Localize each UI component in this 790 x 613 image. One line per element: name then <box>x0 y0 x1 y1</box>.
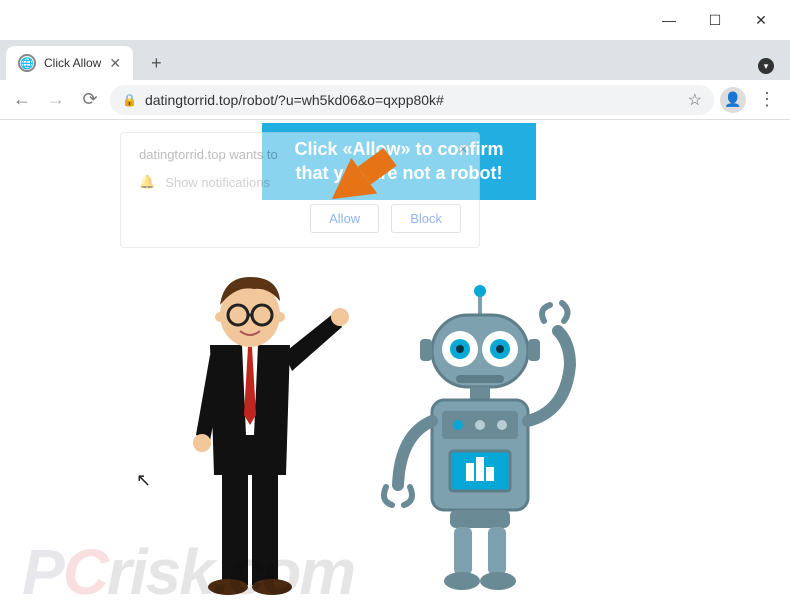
new-tab-button[interactable]: + <box>143 46 170 80</box>
back-button[interactable]: ← <box>8 86 36 114</box>
lock-icon: 🔒 <box>122 93 137 107</box>
window-titlebar: — ☐ ✕ <box>0 0 790 40</box>
browser-menu-button[interactable]: ⋮ <box>752 89 782 110</box>
forward-button[interactable]: → <box>42 86 70 114</box>
profile-avatar-button[interactable]: 👤 <box>720 87 746 113</box>
incognito-indicator-icon[interactable]: ▾ <box>758 58 774 74</box>
window-maximize-button[interactable]: ☐ <box>692 0 738 40</box>
block-button[interactable]: Block <box>391 204 461 233</box>
browser-tabbar: 🌐 Click Allow ✕ + ▾ <box>0 40 790 80</box>
browser-toolbar: ← → ⟳ 🔒 datingtorrid.top/robot/?u=wh5kd0… <box>0 80 790 120</box>
address-bar[interactable]: 🔒 datingtorrid.top/robot/?u=wh5kd06&o=qx… <box>110 85 714 115</box>
watermark-c: C <box>63 536 107 608</box>
mouse-cursor-icon: ↖ <box>136 470 151 491</box>
popup-site-text: datingtorrid.top wants to <box>139 147 461 162</box>
window-close-button[interactable]: ✕ <box>738 0 784 40</box>
businessman-graphic <box>193 277 349 595</box>
watermark-p: P <box>22 536 63 608</box>
bell-icon: 🔔 <box>139 174 155 190</box>
window-minimize-button[interactable]: — <box>646 0 692 40</box>
globe-icon: 🌐 <box>18 54 36 72</box>
illustration-area <box>150 235 650 595</box>
robot-graphic <box>384 285 570 590</box>
browser-tab-active[interactable]: 🌐 Click Allow ✕ <box>6 46 133 80</box>
popup-close-button[interactable]: ✕ <box>457 141 469 158</box>
reload-button[interactable]: ⟳ <box>76 86 104 114</box>
page-content: Click «Allow» to confirm that you are no… <box>0 120 790 613</box>
notification-permission-popup: ✕ datingtorrid.top wants to 🔔 Show notif… <box>120 132 480 248</box>
url-text: datingtorrid.top/robot/?u=wh5kd06&o=qxpp… <box>145 92 680 108</box>
man-and-robot-illustration <box>150 235 650 595</box>
popup-permission-text: Show notifications <box>165 175 270 190</box>
bookmark-star-icon[interactable]: ☆ <box>688 90 702 110</box>
tab-close-button[interactable]: ✕ <box>109 55 121 72</box>
tab-title: Click Allow <box>44 56 101 70</box>
